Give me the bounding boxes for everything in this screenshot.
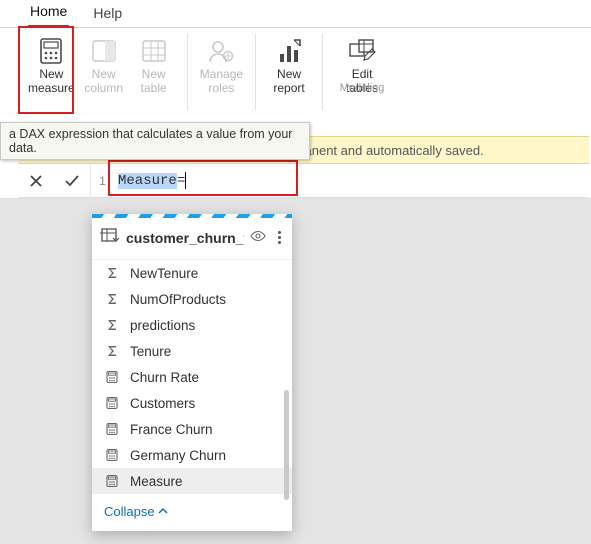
new-column-icon: [89, 36, 119, 66]
field-label: Measure: [130, 474, 183, 489]
ribbon-separator: [322, 34, 323, 110]
new-table-label: New table: [141, 68, 167, 96]
new-column-label: New column: [84, 68, 123, 96]
formula-bar: 1 Measure =: [18, 164, 589, 198]
tooltip-text: a DAX expression that calculates a value…: [9, 127, 292, 155]
sigma-icon: [104, 317, 120, 333]
field-label: predictions: [130, 318, 195, 333]
ribbon-group-security: Manage roles: [192, 32, 251, 96]
new-table-button[interactable]: New table: [129, 32, 179, 96]
formula-commit-button[interactable]: [54, 164, 90, 197]
new-report-icon: [274, 36, 304, 66]
new-measure-icon: [36, 36, 66, 66]
formula-selected-text: Measure: [118, 173, 177, 189]
field-label: France Churn: [130, 422, 213, 437]
ribbon-separator: [255, 34, 256, 110]
ribbon-group-edit: Edit tables Modeling: [327, 32, 397, 96]
field-label: Tenure: [130, 344, 171, 359]
field-row[interactable]: Churn Rate: [92, 364, 292, 390]
calculator-icon: [104, 369, 120, 385]
collapse-link[interactable]: Collapse: [92, 494, 292, 531]
ribbon-separator: [187, 34, 188, 110]
field-row[interactable]: Tenure: [92, 338, 292, 364]
tab-home[interactable]: Home: [28, 1, 69, 28]
tab-help[interactable]: Help: [91, 3, 124, 27]
field-row[interactable]: France Churn: [92, 416, 292, 442]
sigma-icon: [104, 291, 120, 307]
field-pane-scrollbar[interactable]: [284, 390, 289, 500]
formula-input[interactable]: Measure =: [114, 164, 589, 197]
field-pane-title: customer_churn_test_...: [126, 230, 244, 246]
new-report-button[interactable]: New report: [264, 32, 314, 96]
field-row[interactable]: predictions: [92, 312, 292, 338]
calculator-icon: [104, 447, 120, 463]
ribbon-group-calculations: New measure New column: [20, 32, 183, 96]
calculator-icon: [104, 421, 120, 437]
new-table-icon: [139, 36, 169, 66]
field-pane: customer_churn_test_... NewTenure NumOfPr…: [92, 214, 292, 531]
field-row[interactable]: NumOfProducts: [92, 286, 292, 312]
more-options-button[interactable]: [272, 231, 286, 244]
edit-tables-icon: [347, 36, 377, 66]
new-measure-button[interactable]: New measure: [24, 32, 79, 96]
collapse-label: Collapse: [104, 504, 155, 519]
ribbon: New measure New column: [0, 28, 591, 124]
visibility-icon[interactable]: [250, 228, 266, 247]
field-label: NewTenure: [130, 266, 198, 281]
field-label: Churn Rate: [130, 370, 199, 385]
table-icon: [100, 226, 120, 249]
field-row[interactable]: NewTenure: [92, 260, 292, 286]
formula-cancel-button[interactable]: [18, 164, 54, 197]
calculator-icon: [104, 395, 120, 411]
new-measure-label: New measure: [28, 68, 75, 96]
formula-line-number: 1: [90, 164, 114, 197]
formula-rest-text: =: [177, 173, 185, 189]
manage-roles-icon: [206, 36, 236, 66]
sigma-icon: [104, 265, 120, 281]
field-label: NumOfProducts: [130, 292, 226, 307]
new-column-button[interactable]: New column: [79, 32, 129, 96]
manage-roles-label: Manage roles: [200, 68, 243, 96]
field-label: Customers: [130, 396, 195, 411]
tooltip: a DAX expression that calculates a value…: [0, 122, 310, 160]
field-label: Germany Churn: [130, 448, 226, 463]
calculator-icon: [104, 473, 120, 489]
canvas-area: customer_churn_test_... NewTenure NumOfPr…: [0, 198, 591, 544]
sigma-icon: [104, 343, 120, 359]
field-pane-header: customer_churn_test_...: [92, 218, 292, 260]
manage-roles-button[interactable]: Manage roles: [196, 32, 247, 96]
ribbon-group-report: New report: [260, 32, 318, 96]
field-row[interactable]: Germany Churn: [92, 442, 292, 468]
ribbon-tabs: Home Help: [0, 0, 591, 28]
field-row[interactable]: Customers: [92, 390, 292, 416]
new-report-label: New report: [273, 68, 304, 96]
ribbon-group-label: Modeling: [327, 81, 397, 96]
field-row[interactable]: Measure: [92, 468, 292, 494]
